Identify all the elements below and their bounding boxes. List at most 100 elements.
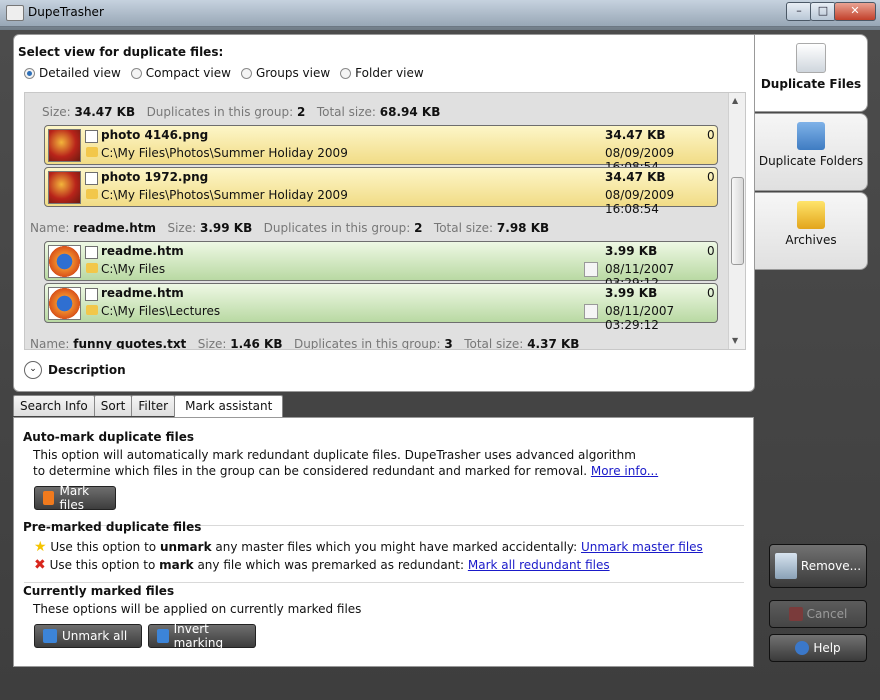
group-header: Size: 34.47 KB Duplicates in this group:… [42, 105, 441, 119]
unmark-master-link[interactable]: Unmark master files [581, 540, 703, 554]
radio-button[interactable] [130, 67, 142, 79]
document-icon [584, 304, 598, 319]
app-icon [6, 5, 24, 21]
file-path: C:\My Files\Lectures [101, 304, 221, 318]
scroll-down-icon[interactable]: ▼ [732, 336, 738, 345]
tab-bar: Search Info Sort Filter Mark assistant [13, 395, 284, 418]
file-path: C:\My Files [101, 262, 166, 276]
folder-icon [86, 263, 98, 273]
file-date: 08/11/2007 03:29:12 [605, 304, 675, 332]
tab-filter[interactable]: Filter [131, 395, 176, 416]
chevron-down-icon[interactable]: ⌄ [24, 361, 42, 379]
radio-groups-view[interactable]: Groups view [240, 66, 331, 80]
mark-bold: mark [159, 558, 194, 572]
document-icon [584, 262, 598, 277]
firefox-icon [48, 245, 81, 278]
file-row[interactable]: photo 4146.png C:\My Files\Photos\Summer… [44, 125, 718, 174]
duplicate-list[interactable]: Size: 34.47 KB Duplicates in this group:… [24, 92, 746, 350]
file-count: 0 [707, 286, 715, 300]
mark-files-label: Mark files [59, 484, 90, 512]
window-title: DupeTrasher [28, 5, 104, 19]
mark-checkbox[interactable] [85, 288, 98, 301]
mark-pre: Use this option to [49, 558, 160, 572]
radio-button[interactable] [240, 67, 252, 79]
remove-button[interactable]: Remove... [769, 544, 867, 588]
file-name: photo 1972.png [101, 170, 209, 184]
tab-search-info[interactable]: Search Info [13, 395, 95, 416]
mark-checkbox[interactable] [85, 172, 98, 185]
file-size: 34.47 KB [605, 128, 666, 142]
firefox-icon [48, 287, 81, 320]
side-tab-label: Duplicate Files [760, 77, 862, 91]
currently-marked-desc: These options will be applied on current… [33, 602, 362, 616]
help-label: Help [813, 641, 841, 655]
mark-all-redundant-link[interactable]: Mark all redundant files [468, 558, 610, 572]
radio-label: Groups view [255, 66, 331, 80]
unmark-all-label: Unmark all [62, 629, 128, 643]
file-row[interactable]: readme.htm C:\My Files 3.99 KB 0 08/11/2… [44, 241, 718, 290]
unmark-all-button[interactable]: Unmark all [34, 624, 142, 648]
folder-icon [86, 305, 98, 315]
scroll-thumb[interactable] [731, 177, 744, 265]
maximize-button[interactable]: □ [810, 2, 836, 21]
file-name: readme.htm [101, 244, 184, 258]
cancel-label: Cancel [806, 607, 848, 621]
invert-marking-button[interactable]: Invert marking [148, 622, 256, 650]
radio-folder-view[interactable]: Folder view [340, 66, 424, 80]
mark-files-button[interactable]: Mark files [34, 484, 116, 512]
invert-marking-label: Invert marking [173, 622, 224, 650]
file-row[interactable]: photo 1972.png C:\My Files\Photos\Summer… [44, 167, 718, 216]
unmark-post: any master files which you might have ma… [211, 540, 581, 554]
side-tab-duplicate-files[interactable]: Duplicate Files [755, 34, 868, 112]
side-tab-duplicate-folders[interactable]: Duplicate Folders [755, 113, 868, 191]
checkmark-icon [43, 491, 55, 505]
duplicate-files-panel: Select view for duplicate files: Detaile… [13, 34, 755, 392]
minimize-button[interactable]: – [786, 2, 812, 21]
close-button[interactable]: ✕ [834, 2, 876, 21]
invert-icon [157, 629, 169, 643]
mark-post: any file which was premarked as redundan… [193, 558, 468, 572]
radio-button[interactable] [24, 67, 35, 79]
star-icon: ★ [34, 539, 47, 555]
remove-label: Remove... [800, 559, 862, 573]
archive-icon [797, 201, 825, 229]
help-icon [795, 641, 810, 655]
file-size: 3.99 KB [605, 286, 658, 300]
group-header: Name: readme.htm Size: 3.99 KB Duplicate… [30, 221, 550, 235]
file-count: 0 [707, 244, 715, 258]
help-button[interactable]: Help [769, 634, 867, 662]
auto-mark-desc-2: to determine which files in the group ca… [33, 464, 658, 478]
file-size: 3.99 KB [605, 244, 658, 258]
list-scrollbar[interactable]: ▲ ▼ [728, 93, 745, 349]
scroll-up-icon[interactable]: ▲ [732, 96, 738, 105]
files-icon [796, 43, 826, 73]
image-thumbnail-icon [48, 129, 81, 162]
side-tab-label: Archives [785, 233, 837, 247]
mark-assistant-panel: Auto-mark duplicate files This option wi… [13, 417, 754, 667]
tab-mark-assistant[interactable]: Mark assistant [174, 395, 284, 418]
file-count: 0 [707, 170, 715, 184]
radio-button[interactable] [340, 67, 352, 79]
mark-checkbox[interactable] [85, 130, 98, 143]
auto-mark-desc-text: to determine which files in the group ca… [33, 464, 588, 478]
folder-icon [86, 147, 98, 157]
cancel-button[interactable]: Cancel [769, 600, 867, 628]
radio-label: Folder view [355, 66, 424, 80]
pre-marked-title: Pre-marked duplicate files [23, 520, 202, 534]
more-info-link[interactable]: More info... [591, 464, 658, 478]
file-row[interactable]: readme.htm C:\My Files\Lectures 3.99 KB … [44, 283, 718, 332]
mark-checkbox[interactable] [85, 246, 98, 259]
unmark-master-row: ★ Use this option to unmark any master f… [34, 539, 703, 555]
unmark-icon [43, 629, 57, 643]
tab-sort[interactable]: Sort [93, 395, 133, 416]
radio-compact-view[interactable]: Compact view [130, 66, 231, 80]
file-name: readme.htm [101, 286, 184, 300]
title-bar: DupeTrasher – □ ✕ [0, 0, 880, 27]
side-tab-archives[interactable]: Archives [755, 192, 868, 270]
radio-detailed-view[interactable]: Detailed view [24, 66, 121, 80]
app-window: DupeTrasher – □ ✕ Select view for duplic… [0, 0, 880, 700]
description-expander[interactable]: ⌄ Description [24, 361, 126, 379]
side-tab-label: Duplicate Folders [758, 154, 864, 168]
auto-mark-title: Auto-mark duplicate files [23, 430, 194, 444]
red-x-icon: ✖ [34, 557, 46, 573]
